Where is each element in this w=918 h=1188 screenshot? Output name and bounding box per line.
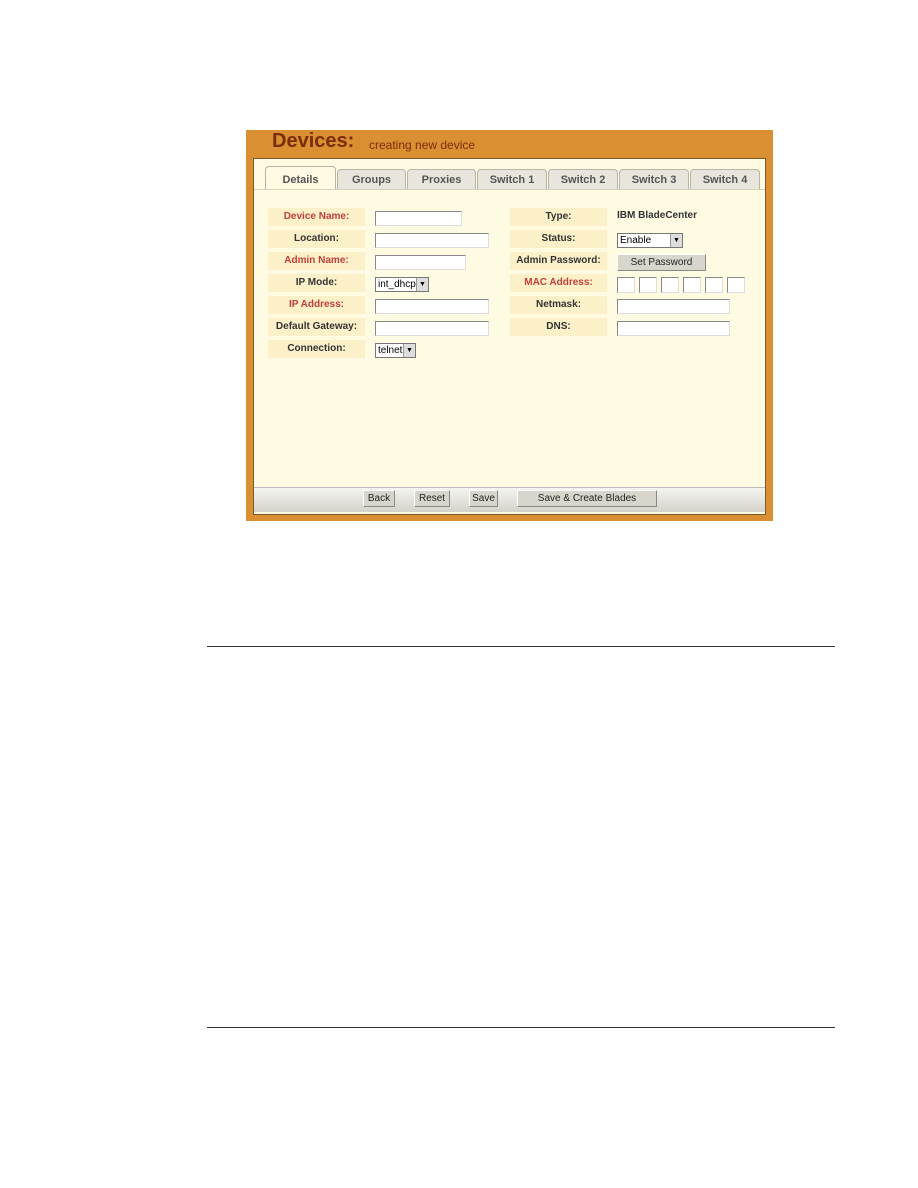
ip-mode-label: IP Mode: (268, 274, 365, 292)
button-bar (254, 487, 765, 512)
location-label: Location: (268, 230, 365, 248)
type-value: IBM BladeCenter (617, 210, 698, 221)
page-title: Devices: (272, 130, 355, 152)
mac-octet-6-input[interactable] (727, 277, 745, 293)
tab-details[interactable]: Details (265, 166, 336, 190)
mac-octet-2-input[interactable] (639, 277, 657, 293)
connection-value: telnet (378, 345, 403, 356)
status-label: Status: (510, 230, 607, 248)
page-subtitle: creating new device (369, 138, 476, 152)
chevron-down-icon: ▼ (416, 278, 428, 291)
tab-proxies[interactable]: Proxies (407, 169, 476, 190)
divider-top (207, 646, 835, 647)
save-button[interactable]: Save (469, 490, 498, 507)
device-name-label: Device Name: (268, 208, 365, 226)
ip-address-input[interactable] (375, 299, 489, 314)
tab-switch-2[interactable]: Switch 2 (548, 169, 618, 190)
status-value: Enable (620, 235, 652, 246)
mac-octet-4-input[interactable] (683, 277, 701, 293)
tab-switch-1[interactable]: Switch 1 (477, 169, 547, 190)
ip-mode-select[interactable]: int_dhcp ▼ (375, 277, 429, 292)
reset-button[interactable]: Reset (414, 490, 450, 507)
status-select[interactable]: Enable ▼ (617, 233, 683, 248)
default-gateway-input[interactable] (375, 321, 489, 336)
admin-password-label: Admin Password: (510, 252, 607, 270)
tab-divider (254, 189, 765, 190)
mac-octet-1-input[interactable] (617, 277, 635, 293)
chevron-down-icon: ▼ (670, 234, 682, 247)
mac-octet-5-input[interactable] (705, 277, 723, 293)
save-create-blades-button[interactable]: Save & Create Blades (517, 490, 657, 507)
back-button[interactable]: Back (363, 490, 395, 507)
divider-bottom (207, 1027, 835, 1028)
location-input[interactable] (375, 233, 489, 248)
dns-input[interactable] (617, 321, 730, 336)
chevron-down-icon: ▼ (403, 344, 415, 357)
dns-label: DNS: (510, 318, 607, 336)
connection-select[interactable]: telnet ▼ (375, 343, 416, 358)
mac-address-label: MAC Address: (510, 274, 607, 292)
admin-name-input[interactable] (375, 255, 466, 270)
connection-label: Connection: (268, 340, 365, 358)
admin-name-label: Admin Name: (268, 252, 365, 270)
set-password-button[interactable]: Set Password (617, 254, 706, 271)
netmask-label: Netmask: (510, 296, 607, 314)
tab-switch-4[interactable]: Switch 4 (690, 169, 760, 190)
tab-switch-3[interactable]: Switch 3 (619, 169, 689, 190)
type-label: Type: (510, 208, 607, 226)
device-name-input[interactable] (375, 211, 462, 226)
ip-address-label: IP Address: (268, 296, 365, 314)
default-gateway-label: Default Gateway: (268, 318, 365, 336)
mac-octet-3-input[interactable] (661, 277, 679, 293)
netmask-input[interactable] (617, 299, 730, 314)
ip-mode-value: int_dhcp (378, 279, 416, 290)
tab-groups[interactable]: Groups (337, 169, 406, 190)
